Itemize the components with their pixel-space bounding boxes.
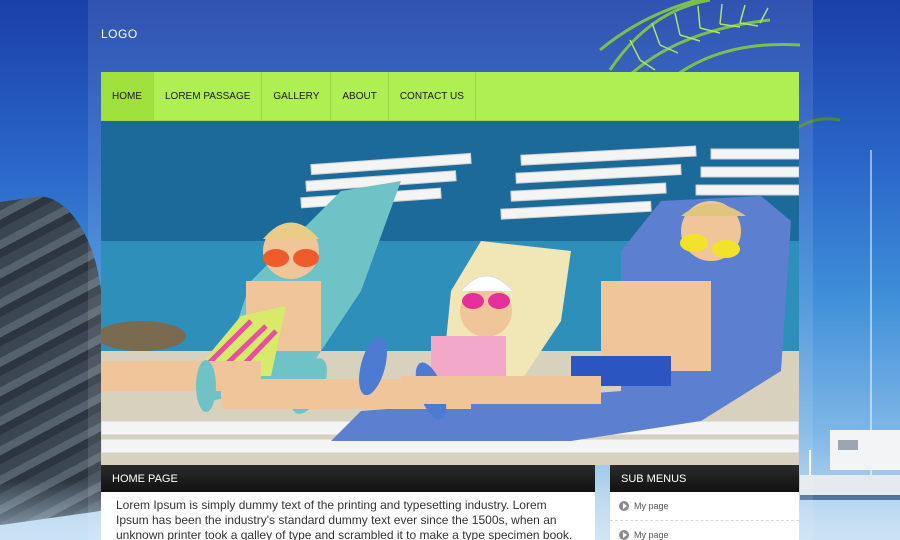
nav-item-lorem-passage[interactable]: LOREM PASSAGE [154,72,263,120]
hero-illustration [101,121,799,465]
arrow-circle-icon [619,530,629,540]
nav-item-home[interactable]: HOME [101,72,154,120]
site-logo[interactable]: LOGO [101,27,138,41]
sub-menu-item-label: My page [634,530,669,540]
panel-body-text: Lorem Ipsum is simply dummy text of the … [116,498,573,540]
nav-item-contact-us[interactable]: CONTACT US [389,72,476,120]
sub-menu-item-label: My page [634,501,669,511]
sub-menu-item[interactable]: My page [610,492,799,521]
nav-item-about[interactable]: ABOUT [331,72,389,120]
sub-menus-panel: SUB MENUS My page My page [610,465,799,540]
sub-menu-item[interactable]: My page [610,521,799,540]
main-navigation: HOME LOREM PASSAGE GALLERY ABOUT CONTACT… [101,72,799,121]
hero-image [101,121,799,465]
nav-item-gallery[interactable]: GALLERY [262,72,332,120]
home-page-panel: HOME PAGE Lorem Ipsum is simply dummy te… [101,465,595,540]
sidebar-title: SUB MENUS [610,465,799,492]
arrow-circle-icon [619,501,629,511]
panel-title: HOME PAGE [101,465,595,492]
